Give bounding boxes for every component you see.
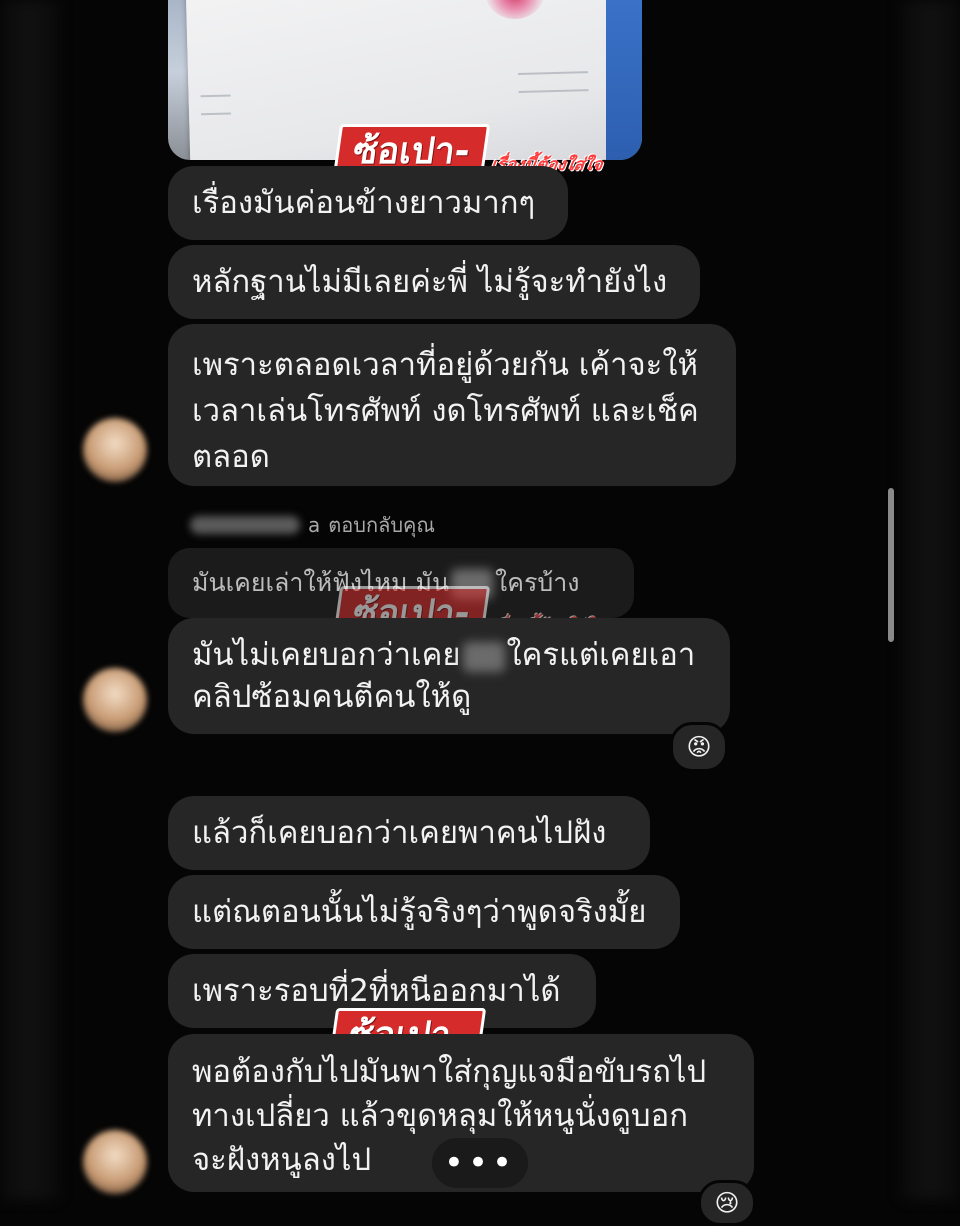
message-bubble[interactable]: เพราะตลอดเวลาที่อยู่ด้วยกัน เค้าจะให้ เว…	[168, 324, 736, 486]
partial-reaction[interactable]: 😢	[698, 1180, 756, 1226]
angry-reaction[interactable]: 😡	[670, 722, 728, 772]
paper-line	[518, 89, 589, 93]
message-bubble[interactable]: แต่ณตอนนั้นไม่รู้จริงๆว่าพูดจริงมั้ย	[168, 875, 680, 949]
blurred-word	[462, 641, 505, 672]
avatar[interactable]	[83, 418, 147, 482]
reply-header: a ตอบกลับคุณ	[190, 510, 435, 540]
blurred-username	[190, 516, 300, 534]
message-text: มันไม่เคยบอกว่าเคย	[192, 637, 461, 673]
message-text: เพราะรอบที่2ที่หนีออกมาได้	[192, 973, 561, 1009]
typing-indicator: •••	[432, 1138, 528, 1188]
message-bubble[interactable]: หลักฐานไม่มีเลยค่ะพี่ ไม่รู้จะทำยังไง	[168, 245, 700, 319]
reply-label: ตอบกลับคุณ	[328, 513, 435, 537]
paper-line	[200, 94, 231, 98]
right-blur-edge	[900, 0, 960, 1200]
message-text-line: พอต้องกับไปมันพาใส่กุญแจมือขับรถไป	[192, 1054, 707, 1090]
typing-dots-icon: •••	[443, 1143, 517, 1183]
message-text-line: ตลอด	[192, 439, 270, 475]
avatar[interactable]	[83, 668, 147, 732]
message-text: หลักฐานไม่มีเลยค่ะพี่ ไม่รู้จะทำยังไง	[192, 264, 668, 300]
message-text: เรื่องมันค่อนข้างยาวมากๆ	[192, 185, 536, 221]
angry-face-icon: 😡	[686, 733, 712, 761]
paper-line	[200, 112, 232, 116]
message-text-line: คลิปซ้อมคนตีคนให้ดู	[192, 679, 472, 715]
sad-face-icon: 😢	[714, 1189, 740, 1217]
red-stamp	[485, 0, 545, 20]
message-text-line: มันไม่เคยบอกว่าเคย ใครแต่เคยเอา	[192, 634, 706, 676]
message-text: แล้วก็เคยบอกว่าเคยพาคนไปฝัง	[192, 815, 607, 851]
message-text: แต่ณตอนนั้นไม่รู้จริงๆว่าพูดจริงมั้ย	[192, 894, 647, 930]
message-text: ใครแต่เคยเอา	[506, 637, 696, 673]
message-bubble[interactable]: เรื่องมันค่อนข้างยาวมากๆ	[168, 166, 568, 240]
avatar[interactable]	[83, 1130, 147, 1194]
message-text-line: ทางเปลี่ยว แล้วขุดหลุมให้หนูนั่งดูบอก	[192, 1098, 688, 1134]
reply-name-suffix: a	[308, 513, 321, 537]
message-text-line: เพราะตลอดเวลาที่อยู่ด้วยกัน เค้าจะให้	[192, 347, 698, 383]
scrollbar[interactable]	[888, 488, 894, 642]
paper-line	[518, 71, 589, 75]
message-bubble[interactable]: แล้วก็เคยบอกว่าเคยพาคนไปฝัง	[168, 796, 650, 870]
message-text-line: เวลาเล่นโทรศัพท์ งดโทรศัพท์ และเช็ค	[192, 393, 699, 429]
message-bubble[interactable]: มันไม่เคยบอกว่าเคย ใครแต่เคยเอา คลิปซ้อมค…	[168, 618, 730, 734]
left-blur-edge	[0, 0, 60, 1200]
photo-background-object	[606, 0, 642, 160]
